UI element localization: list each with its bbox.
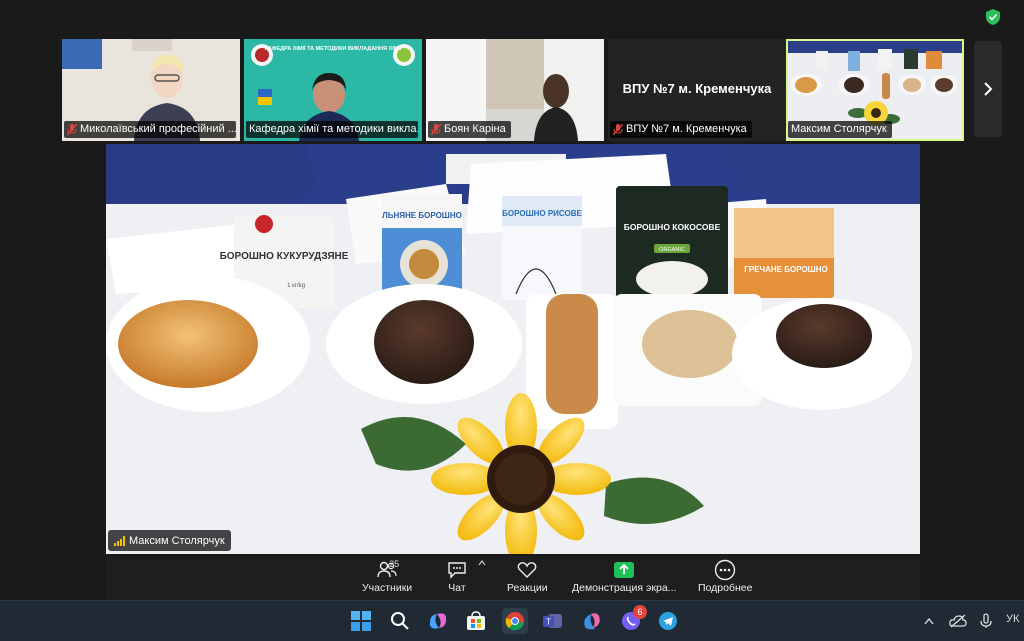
mic-muted-icon — [613, 123, 623, 135]
more-button[interactable]: Подробнее — [698, 558, 752, 594]
active-speaker-video-frame: БОРОШНО КУКУРУДЗЯНЕ 1 кг/kg ЛЬНЯНЕ БОРОШ… — [106, 144, 920, 554]
participants-count: 25 — [389, 559, 400, 569]
mic-muted-icon — [67, 123, 77, 135]
connection-signal-icon — [114, 535, 125, 546]
flax-flour-label: ЛЬНЯНЕ БОРОШНО — [382, 211, 462, 220]
corn-flour-label: БОРОШНО КУКУРУДЗЯНЕ — [220, 251, 349, 262]
heart-icon — [517, 562, 537, 578]
search-icon — [391, 612, 409, 630]
zoom-meeting-window: Миколаївський професійний ... КАФЕДРА ХІ… — [0, 0, 1024, 600]
active-speaker-label: Максим Столярчук — [108, 530, 231, 551]
store-icon — [467, 611, 485, 630]
chevron-up-icon — [478, 560, 486, 566]
participants-button[interactable]: 25 Участники — [362, 558, 412, 594]
telegram-icon — [659, 612, 677, 630]
viber-notification-badge: 6 — [633, 605, 647, 619]
participant-name-label: Максим Столярчук — [788, 121, 892, 138]
svg-text:T: T — [546, 618, 551, 627]
share-screen-icon — [614, 562, 635, 578]
copilot-icon — [429, 613, 447, 629]
participant-tile[interactable]: Миколаївський професійний ... — [62, 39, 240, 141]
teams-icon: T — [543, 614, 562, 628]
participant-name-label: Кафедра хімії та методики викла... — [246, 121, 418, 138]
start-button[interactable] — [349, 609, 373, 633]
encryption-shield-icon[interactable] — [986, 9, 1000, 25]
slide-title: КАФЕДРА ХІМІЇ ТА МЕТОДИКИ ВИКЛАДАННЯ ХІМ… — [265, 45, 402, 52]
microphone-button[interactable] — [977, 609, 995, 633]
teams-button[interactable]: T — [541, 609, 565, 633]
rice-flour-label: БОРОШНО РИСОВЕ — [502, 209, 582, 218]
chrome-icon — [505, 612, 524, 631]
share-screen-button[interactable]: Демонстрация экра... — [572, 558, 676, 594]
cloud-offline-icon — [949, 614, 967, 628]
participant-display-name: ВПУ №7 м. Кременчука — [622, 81, 772, 96]
participant-tile[interactable]: ВПУ №7 м. Кременчука ВПУ №7 м. Кременчук… — [608, 39, 786, 141]
coconut-flour-label: БОРОШНО КОКОСОВЕ — [624, 222, 721, 232]
microsoft-store-button[interactable] — [464, 609, 488, 633]
chevron-right-icon — [984, 82, 993, 96]
participant-name-label: ВПУ №7 м. Кременчука — [610, 121, 752, 138]
participant-tile[interactable]: Боян Каріна — [426, 39, 604, 141]
participant-name-label: Миколаївський професійний ... — [64, 121, 236, 138]
m365-icon — [584, 613, 600, 630]
meeting-toolbar: 25 Участники Чат Реакции Демонстрация эк… — [106, 556, 920, 600]
participant-name-label: Боян Каріна — [428, 121, 511, 138]
microphone-icon — [980, 613, 992, 628]
copilot-button[interactable] — [426, 609, 450, 633]
main-video: БОРОШНО КУКУРУДЗЯНЕ 1 кг/kg ЛЬНЯНЕ БОРОШ… — [106, 144, 920, 554]
chrome-button[interactable] — [502, 608, 528, 634]
input-language-indicator[interactable]: УК — [1006, 613, 1019, 625]
tray-overflow-button[interactable] — [920, 609, 938, 633]
mic-muted-icon — [431, 123, 441, 135]
onedrive-button[interactable] — [948, 609, 968, 633]
chat-icon — [448, 562, 466, 579]
corn-flour-weight: 1 кг/kg — [287, 283, 305, 289]
m365-button[interactable] — [580, 609, 604, 633]
windows-logo-icon — [351, 611, 371, 631]
viber-button[interactable]: 6 — [619, 605, 647, 633]
participant-tile-active[interactable]: Максим Столярчук — [786, 39, 964, 141]
search-button[interactable] — [388, 609, 412, 633]
next-page-button[interactable] — [974, 41, 1002, 137]
more-icon — [715, 559, 736, 581]
chat-button[interactable]: Чат — [447, 558, 467, 594]
participant-tile[interactable]: КАФЕДРА ХІМІЇ ТА МЕТОДИКИ ВИКЛАДАННЯ ХІМ… — [244, 39, 422, 141]
chat-options-chevron[interactable] — [478, 560, 486, 566]
top-bar — [0, 0, 1024, 36]
coconut-organic-tag: ORGANIC — [659, 247, 685, 253]
chevron-up-icon — [924, 617, 934, 625]
telegram-button[interactable] — [656, 609, 680, 633]
buckwheat-flour-label: ГРЕЧАНЕ БОРОШНО — [744, 265, 827, 274]
reactions-button[interactable]: Реакции — [507, 558, 548, 594]
windows-taskbar: T 6 УК — [0, 600, 1024, 641]
